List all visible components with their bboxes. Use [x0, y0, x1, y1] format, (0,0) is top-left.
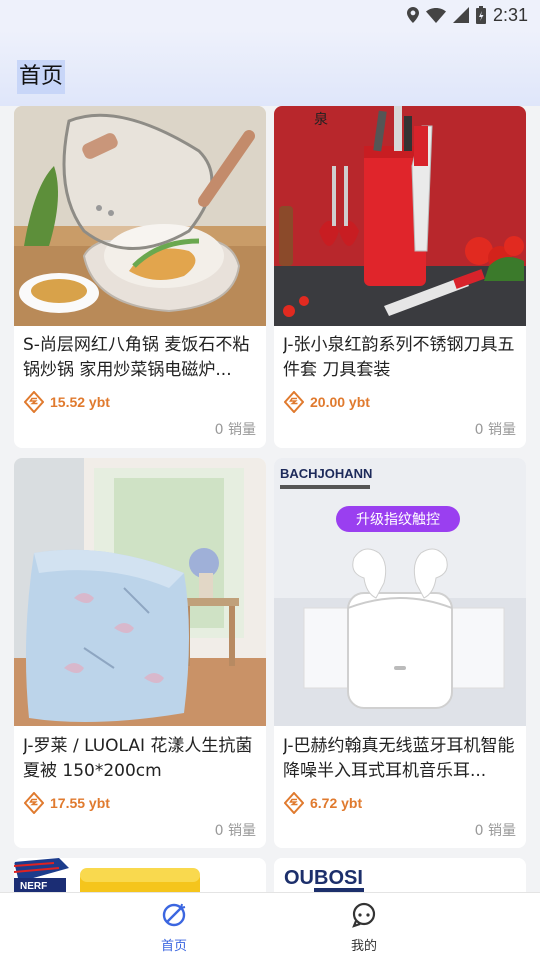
- product-price: 20.00 ybt: [310, 394, 370, 410]
- product-price: 6.72 ybt: [310, 795, 363, 811]
- product-image: BACHJOHANN 升级指纹触控: [274, 458, 526, 726]
- battery-icon: [475, 6, 486, 24]
- coin-icon: [24, 391, 44, 413]
- product-image: [14, 458, 266, 726]
- coin-icon: [284, 792, 304, 814]
- coin-icon: [284, 391, 304, 413]
- nav-label: 首页: [160, 939, 187, 954]
- coin-icon: [24, 792, 44, 814]
- product-feed[interactable]: S-尚层网红八角锅 麦饭石不粘锅炒锅 家用炒菜锅电磁炉... 15.52 ybt…: [0, 106, 540, 892]
- price-row: 20.00 ybt: [284, 391, 370, 413]
- nav-item-home[interactable]: 首页: [114, 893, 234, 961]
- nav-label: 我的: [350, 939, 377, 954]
- status-time: 2:31: [492, 4, 528, 25]
- product-card[interactable]: OUBOSI: [274, 858, 526, 892]
- price-row: 15.52 ybt: [24, 391, 110, 413]
- product-price: 17.55 ybt: [50, 795, 110, 811]
- image-badge-text: 升级指纹触控: [356, 512, 440, 528]
- image-brand-text: OUBOSI: [284, 867, 363, 889]
- home-icon: [162, 903, 186, 927]
- image-brand-text: BACHJOHANN: [280, 466, 372, 481]
- price-row: 6.72 ybt: [284, 792, 362, 814]
- product-card[interactable]: NERF: [14, 858, 266, 892]
- product-title[interactable]: J-巴赫约翰真无线蓝牙耳机智能降噪半入耳式耳机音乐耳...: [283, 734, 519, 784]
- page-title: 首页: [17, 60, 66, 94]
- product-card[interactable]: J-罗莱 / LUOLAI 花漾人生抗菌夏被 150*200cm 17.55 y…: [14, 458, 266, 848]
- product-card[interactable]: S-尚层网红八角锅 麦饭石不粘锅炒锅 家用炒菜锅电磁炉... 15.52 ybt…: [14, 106, 266, 448]
- location-icon: [406, 7, 419, 23]
- product-image: 泉: [274, 106, 526, 326]
- signal-icon: [452, 7, 469, 23]
- status-icons: 2:31: [406, 4, 528, 26]
- bottom-nav: 首页 我的: [0, 892, 540, 961]
- product-image: OUBOSI: [274, 858, 526, 892]
- product-card[interactable]: BACHJOHANN 升级指纹触控 J-巴赫约翰真无线蓝牙耳机智能降噪半入耳式耳…: [274, 458, 526, 848]
- status-bar: 2:31: [0, 0, 540, 30]
- product-sales: 0 销量: [214, 823, 256, 839]
- wifi-icon: [425, 7, 446, 23]
- product-title[interactable]: J-罗莱 / LUOLAI 花漾人生抗菌夏被 150*200cm: [23, 734, 259, 784]
- product-sales: 0 销量: [474, 823, 516, 839]
- product-sales: 0 销量: [214, 422, 256, 438]
- product-image: NERF: [14, 858, 266, 892]
- product-title[interactable]: S-尚层网红八角锅 麦饭石不粘锅炒锅 家用炒菜锅电磁炉...: [23, 333, 259, 383]
- app-header: 首页: [0, 30, 540, 106]
- product-title[interactable]: J-张小泉红韵系列不锈钢刀具五件套 刀具套装: [283, 333, 519, 383]
- product-sales: 0 销量: [474, 422, 516, 438]
- price-row: 17.55 ybt: [24, 792, 110, 814]
- product-image: [14, 106, 266, 326]
- image-brand-text: NERF: [20, 881, 47, 892]
- nav-item-profile[interactable]: 我的: [304, 893, 424, 961]
- product-price: 15.52 ybt: [50, 394, 110, 410]
- product-card[interactable]: 泉 J-张小泉红韵系列不锈钢刀具五件套 刀具套装 20.00 ybt 0 销量: [274, 106, 526, 448]
- image-brand-glyph: 泉: [314, 111, 328, 128]
- profile-icon: [352, 902, 376, 928]
